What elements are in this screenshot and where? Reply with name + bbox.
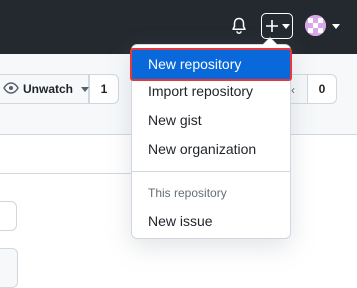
menu-item-import-repository[interactable]: Import repository bbox=[132, 78, 290, 105]
menu-section-header: This repository bbox=[148, 186, 227, 200]
create-new-button[interactable] bbox=[261, 13, 293, 39]
menu-item-new-repository[interactable]: New repository bbox=[130, 48, 292, 81]
menu-item-new-organization[interactable]: New organization bbox=[132, 136, 290, 163]
watch-button[interactable]: Unwatch bbox=[0, 74, 90, 104]
menu-item-new-gist[interactable]: New gist bbox=[132, 107, 290, 134]
eye-icon bbox=[3, 81, 19, 97]
stars-count[interactable]: 0 bbox=[307, 74, 337, 104]
create-new-dropdown: New repository Import repository New gis… bbox=[130, 37, 292, 239]
chevron-down-icon bbox=[332, 24, 340, 29]
avatar bbox=[305, 15, 326, 36]
side-panel bbox=[0, 248, 18, 288]
menu-item-new-issue[interactable]: New issue bbox=[132, 208, 290, 235]
plus-icon bbox=[265, 19, 279, 33]
menu-divider bbox=[132, 171, 290, 172]
watch-label: Unwatch bbox=[23, 82, 74, 96]
chevron-left-icon: ‹ bbox=[291, 83, 295, 97]
content-divider bbox=[0, 173, 135, 174]
bell-icon bbox=[231, 17, 247, 40]
user-menu-button[interactable] bbox=[305, 15, 341, 37]
side-button[interactable] bbox=[0, 201, 17, 231]
watchers-count[interactable]: 1 bbox=[89, 74, 119, 104]
chevron-down-icon bbox=[281, 23, 290, 29]
chevron-down-icon bbox=[81, 86, 90, 92]
notifications-button[interactable] bbox=[229, 17, 249, 39]
